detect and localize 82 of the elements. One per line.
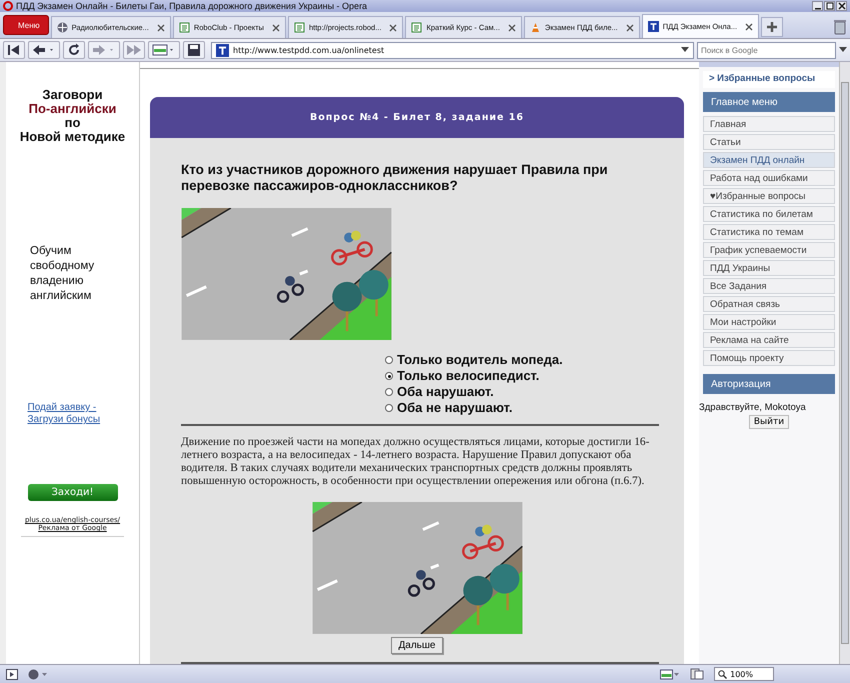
- window-title: ПДД Экзамен Онлайн - Билеты Гаи, Правила дорожного движения Украины - Opera: [16, 1, 368, 11]
- menu-item[interactable]: Экзамен ПДД онлайн: [703, 152, 835, 168]
- ad-tagline: Обучим свободному владению английским: [30, 244, 96, 304]
- close-button[interactable]: [836, 1, 847, 11]
- rewind-icon: [7, 44, 21, 56]
- question-header: Вопрос №4 - Билет 8, задание 16: [150, 97, 684, 138]
- address-field[interactable]: http://www.testpdd.com.ua/onlinetest: [211, 42, 694, 58]
- close-tab-icon[interactable]: [508, 24, 516, 32]
- page-icon: [411, 22, 422, 33]
- radio-button[interactable]: [385, 372, 393, 380]
- trash-icon[interactable]: [833, 19, 847, 35]
- image-icon: [152, 44, 176, 56]
- image-view-button[interactable]: [148, 41, 180, 59]
- ad-headline: Заговори: [41, 88, 104, 102]
- back-arrow-icon: [32, 44, 56, 56]
- ad-link[interactable]: Подай заявку - Загрузи бонусы: [28, 402, 118, 426]
- plus-icon: [766, 21, 778, 33]
- auth-heading: Авторизация: [703, 374, 835, 394]
- explanation-text: Движение по проезжей части на мопедах должно осуществляться лицами, которые достигли 16-летнего возраста, а на велосипедах - 14-летнего возраста. Нарушение Правил допускают оба водителя. В таких случаях водители механических транспортных средств должны проявлять повышенную осторожность, в особенности при осуществлении опережения или обгона (п.6.7).: [181, 436, 650, 488]
- go-button[interactable]: Заходи!: [28, 484, 118, 501]
- ad-headline: По-английски: [28, 102, 118, 116]
- menu-item[interactable]: Статьи: [703, 134, 835, 150]
- minimize-button[interactable]: [812, 1, 823, 11]
- maximize-button[interactable]: [824, 1, 835, 11]
- answer-option[interactable]: Оба нарушают.: [385, 384, 684, 400]
- cone-icon: [530, 22, 541, 33]
- save-button[interactable]: [183, 41, 205, 59]
- menu-item[interactable]: Реклама на сайте: [703, 332, 835, 348]
- menu-item[interactable]: Все Задания: [703, 278, 835, 294]
- new-tab-button[interactable]: [761, 17, 784, 37]
- menu-item[interactable]: Статистика по темам: [703, 224, 835, 240]
- menu-item[interactable]: Помощь проекту: [703, 350, 835, 366]
- dropdown-icon[interactable]: [681, 47, 689, 53]
- radio-button[interactable]: [385, 404, 393, 412]
- close-tab-icon[interactable]: [626, 24, 634, 32]
- dropdown-icon[interactable]: [839, 47, 847, 53]
- answer-option[interactable]: Только водитель мопеда.: [385, 352, 684, 368]
- save-icon: [187, 43, 201, 57]
- site-logo-icon: [216, 44, 229, 56]
- menu-item[interactable]: Главная: [703, 116, 835, 132]
- menu-item[interactable]: Мои настройки: [703, 314, 835, 330]
- close-tab-icon[interactable]: [389, 24, 398, 32]
- maximize-icon: [826, 2, 834, 10]
- close-tab-icon[interactable]: [745, 22, 754, 30]
- reload-icon: [67, 43, 81, 57]
- reload-button[interactable]: [63, 41, 85, 59]
- greeting-text: Здравствуйте, Mokotoya: [699, 402, 807, 413]
- close-tab-icon[interactable]: [156, 24, 165, 32]
- answer-option[interactable]: Только велосипедист.: [385, 368, 684, 384]
- fast-forward-icon: [126, 44, 142, 56]
- image-view-icon[interactable]: [660, 668, 680, 680]
- menu-item[interactable]: Обратная связь: [703, 296, 835, 312]
- menu-item[interactable]: Статистика по билетам: [703, 206, 835, 222]
- site-logo-icon: [648, 21, 659, 32]
- search-field[interactable]: Поиск в Google: [697, 42, 836, 58]
- ad-headline: по: [64, 116, 82, 130]
- back-button[interactable]: [28, 41, 60, 59]
- menu-item[interactable]: Работа над ошибками: [703, 170, 835, 186]
- question-text: Кто из участников дорожного движения нарушает Правила при перевозке пассажиров-одноклассников?: [181, 162, 609, 194]
- globe-icon: [56, 22, 68, 33]
- ad-headline: Новой методике: [20, 130, 126, 144]
- radio-button[interactable]: [385, 388, 393, 396]
- page-icon: [178, 22, 190, 33]
- pages-icon[interactable]: [690, 668, 704, 680]
- page-icon: [294, 22, 305, 33]
- zoom-field[interactable]: 100%: [714, 667, 774, 681]
- menu-item[interactable]: ПДД Украины: [703, 260, 835, 276]
- answer-option[interactable]: Оба не нарушают.: [385, 400, 684, 416]
- favorites-link[interactable]: > Избранные вопросы: [703, 71, 835, 88]
- close-tab-icon[interactable]: [272, 24, 280, 32]
- forward-arrow-icon: [92, 44, 116, 56]
- menu-item[interactable]: ♥Избранные вопросы: [703, 188, 835, 204]
- menu-item[interactable]: График успеваемости: [703, 242, 835, 258]
- magnifier-icon: [718, 670, 728, 678]
- menu-button[interactable]: Меню: [3, 15, 49, 35]
- panel-toggle-icon[interactable]: [6, 668, 18, 680]
- radio-button[interactable]: [385, 356, 393, 364]
- rewind-button[interactable]: [3, 41, 25, 59]
- next-button[interactable]: Дальше: [390, 637, 444, 654]
- logout-button[interactable]: Выйти: [748, 415, 790, 429]
- menu-heading: Главное меню: [703, 92, 835, 112]
- close-icon: [838, 2, 846, 10]
